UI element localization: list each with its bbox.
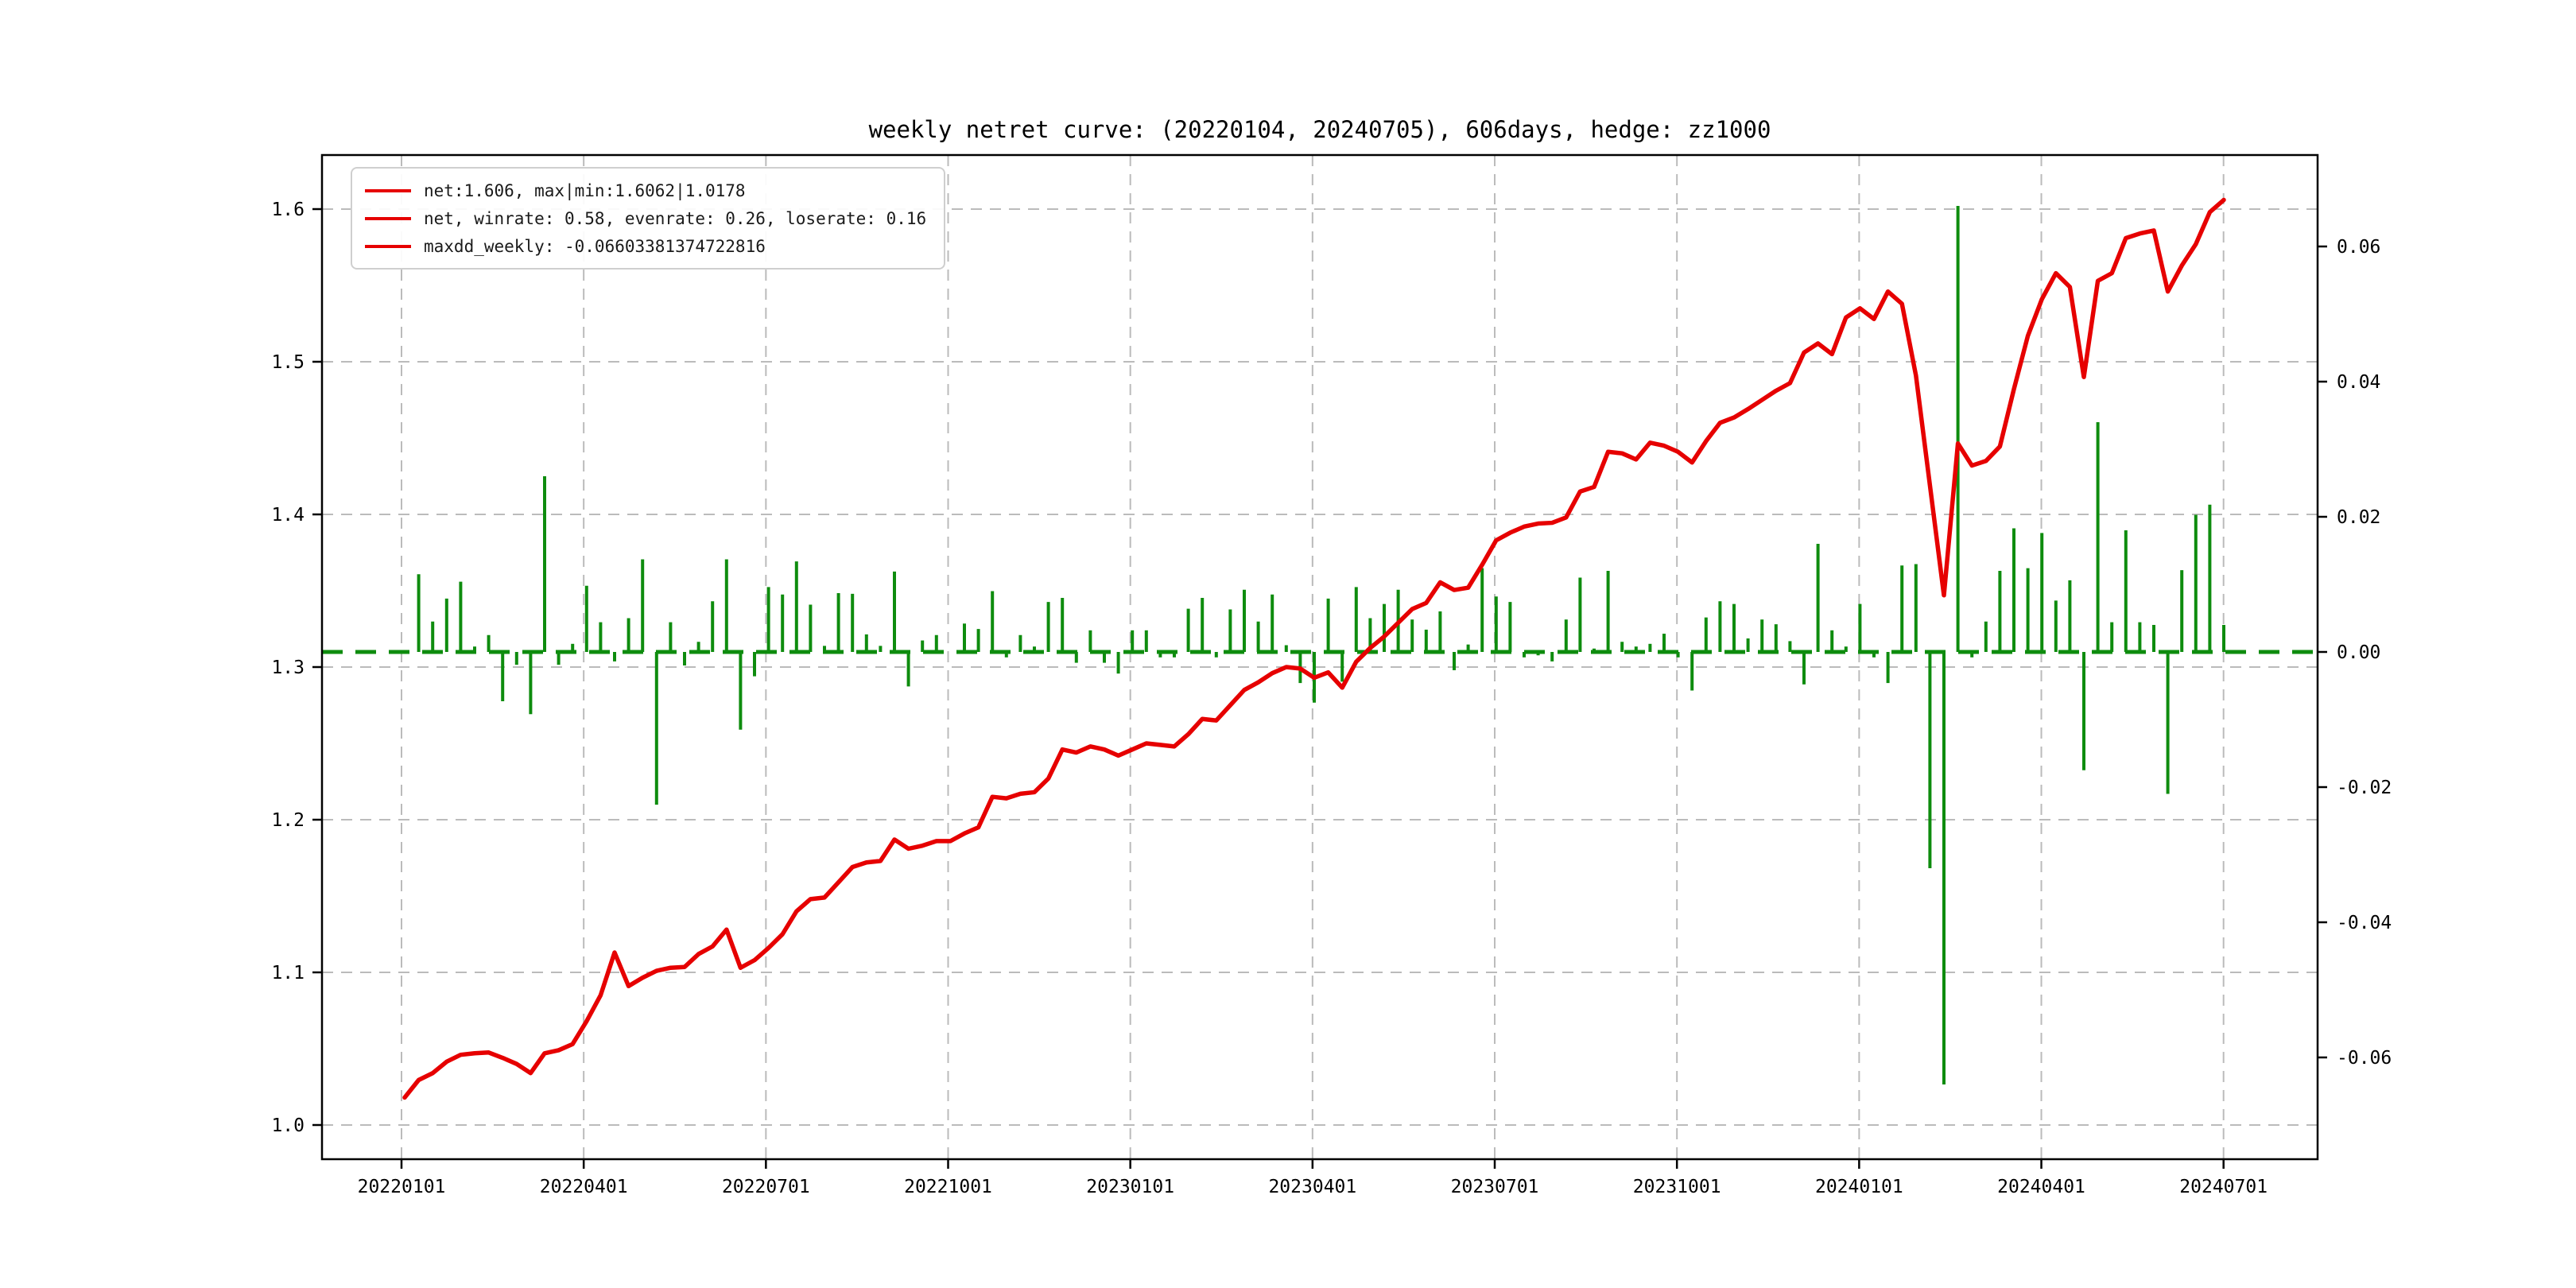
net-curve-line xyxy=(402,197,2226,1100)
red-line-swatch-icon xyxy=(365,188,411,192)
y-left-tick-label: 1.2 xyxy=(271,810,305,831)
x-tick-label: 20240401 xyxy=(1997,1177,2085,1197)
legend-label: net, winrate: 0.58, evenrate: 0.26, lose… xyxy=(424,208,927,228)
y-left-tick-label: 1.6 xyxy=(271,200,305,220)
x-tick-label: 20220401 xyxy=(540,1177,628,1197)
legend-item-maxdd: maxdd_weekly: -0.06603381374722816 xyxy=(365,232,926,260)
y-right-tick-label: -0.02 xyxy=(2337,778,2392,798)
legend-box: net:1.606, max|min:1.6062|1.0178 net, wi… xyxy=(351,167,946,270)
y-right-tick-label: 0.04 xyxy=(2337,372,2380,393)
y-left-tick-label: 1.3 xyxy=(271,658,305,678)
y-right-tick-label: -0.04 xyxy=(2337,913,2392,933)
y-right-tick-label: -0.06 xyxy=(2337,1048,2392,1069)
y-left-tick-label: 1.4 xyxy=(271,505,305,526)
legend-label: maxdd_weekly: -0.06603381374722816 xyxy=(424,236,766,256)
x-tick-label: 20240101 xyxy=(1815,1177,1903,1197)
y-right-tick-label: 0.02 xyxy=(2337,507,2380,528)
x-tick-label: 20221001 xyxy=(904,1177,992,1197)
y-right-tick-label: 0.00 xyxy=(2337,642,2380,663)
figure-canvas: weekly netret curve: (20220104, 20240705… xyxy=(0,0,2576,1288)
y-right-tick-label: 0.06 xyxy=(2337,237,2380,258)
legend-label: net:1.606, max|min:1.6062|1.0178 xyxy=(424,180,746,200)
y-left-tick-label: 1.0 xyxy=(271,1115,305,1136)
legend-item-net: net:1.606, max|min:1.6062|1.0178 xyxy=(365,177,926,204)
x-tick-label: 20231001 xyxy=(1633,1177,1721,1197)
plot-border xyxy=(320,153,2319,1161)
x-tick-label: 20220101 xyxy=(358,1177,446,1197)
x-tick-label: 20240701 xyxy=(2179,1177,2268,1197)
red-line-swatch-icon xyxy=(365,244,411,248)
y-left-tick-label: 1.5 xyxy=(271,352,305,373)
red-line-swatch-icon xyxy=(365,216,411,220)
x-tick-label: 20230401 xyxy=(1268,1177,1356,1197)
x-tick-label: 20230101 xyxy=(1086,1177,1174,1197)
legend-item-winrate: net, winrate: 0.58, evenrate: 0.26, lose… xyxy=(365,204,926,232)
y-left-tick-label: 1.1 xyxy=(271,963,305,983)
x-tick-label: 20220701 xyxy=(722,1177,810,1197)
x-tick-label: 20230701 xyxy=(1451,1177,1539,1197)
